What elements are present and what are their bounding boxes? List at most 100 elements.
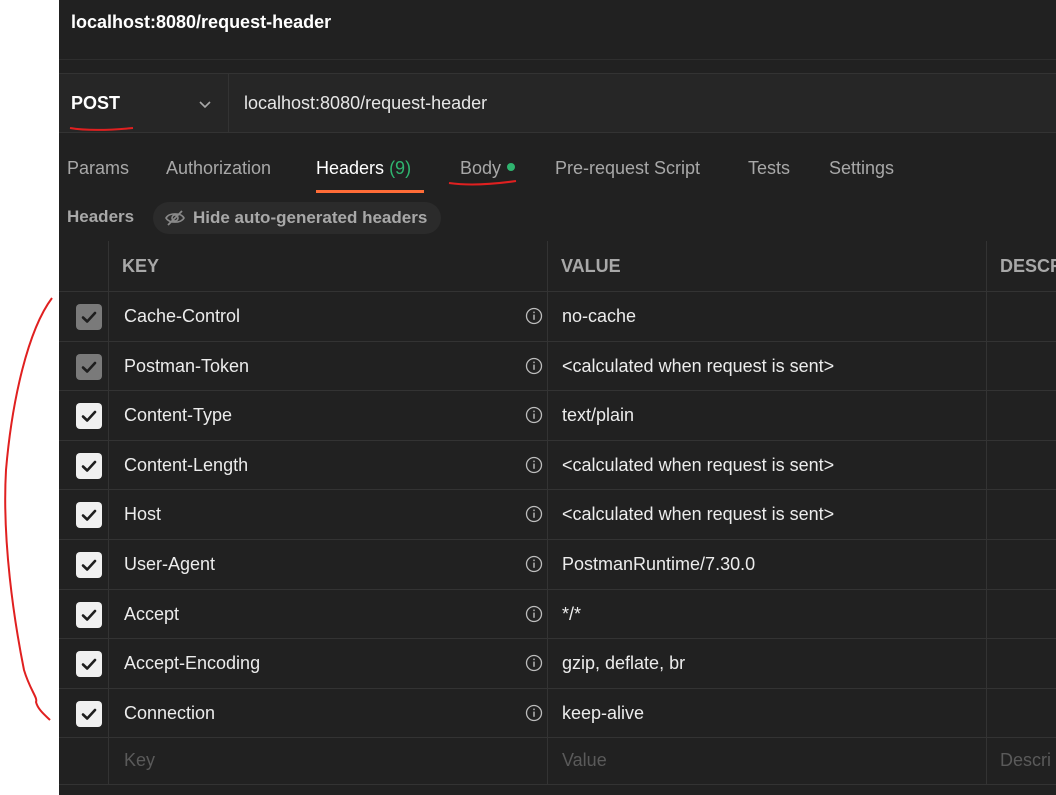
headers-section-title: Headers xyxy=(67,207,135,226)
row-key-cell[interactable]: Host xyxy=(109,490,548,539)
info-icon[interactable] xyxy=(525,605,543,623)
table-row: Accept */* xyxy=(59,589,1056,640)
row-checkbox[interactable] xyxy=(76,452,102,479)
checkmark-icon xyxy=(81,658,97,670)
row-description-cell[interactable] xyxy=(987,639,1056,688)
checkmark-icon xyxy=(81,361,97,373)
row-key-cell[interactable]: Accept xyxy=(109,589,548,639)
rows-bracket-annotation xyxy=(4,297,53,721)
new-key-input[interactable]: Key xyxy=(109,738,548,785)
row-check-cell xyxy=(59,589,109,639)
row-description-cell[interactable] xyxy=(987,441,1056,490)
row-description-cell[interactable] xyxy=(987,342,1056,391)
column-key-label: KEY xyxy=(122,256,160,276)
row-value-cell[interactable]: text/plain xyxy=(548,391,987,440)
info-icon[interactable] xyxy=(525,505,543,523)
row-key: User-Agent xyxy=(124,554,216,574)
row-description-cell[interactable] xyxy=(987,490,1056,539)
column-value-label: VALUE xyxy=(561,256,621,276)
info-icon[interactable] xyxy=(525,555,543,573)
info-icon[interactable] xyxy=(525,307,543,325)
row-value-cell[interactable]: keep-alive xyxy=(548,688,987,738)
row-description-cell[interactable] xyxy=(987,590,1056,639)
url-input[interactable]: localhost:8080/request-header xyxy=(244,93,487,114)
checkmark-icon xyxy=(81,510,97,522)
row-key-cell[interactable]: Connection xyxy=(109,688,548,738)
row-checkbox[interactable] xyxy=(76,700,102,727)
tab-headers[interactable]: Headers (9) xyxy=(316,158,411,179)
row-key-cell[interactable]: Content-Type xyxy=(109,391,548,440)
row-key: Accept xyxy=(124,603,180,624)
row-value-cell[interactable]: <calculated when request is sent> xyxy=(548,440,987,490)
row-checkbox[interactable] xyxy=(76,353,102,380)
tab-pre-request-script[interactable]: Pre-request Script xyxy=(555,158,700,179)
table-row: Content-Type text/plain xyxy=(59,391,1056,441)
row-checkbox[interactable] xyxy=(76,304,102,330)
checkmark-icon xyxy=(81,559,97,571)
method-dropdown[interactable]: POST xyxy=(59,74,229,132)
tab-params[interactable]: Params xyxy=(67,158,129,179)
row-description-cell[interactable] xyxy=(987,292,1056,341)
eye-off-icon xyxy=(165,210,185,226)
checkmark-icon xyxy=(81,609,97,621)
info-icon[interactable] xyxy=(525,357,543,375)
hide-auto-generated-headers-button[interactable]: Hide auto-generated headers xyxy=(153,202,442,234)
checkmark-icon xyxy=(81,311,97,323)
tab-settings[interactable]: Settings xyxy=(829,158,894,179)
table-row: User-Agent PostmanRuntime/7.30.0 xyxy=(59,540,1056,590)
row-description-cell[interactable] xyxy=(987,540,1056,589)
new-header-row: Key Value Descri xyxy=(59,738,1056,786)
checkmark-icon xyxy=(81,708,97,720)
row-value-cell[interactable]: */* xyxy=(548,589,987,639)
body-indicator-dot xyxy=(507,163,516,172)
row-description-cell[interactable] xyxy=(987,391,1056,440)
row-value: <calculated when request is sent> xyxy=(562,504,835,525)
row-checkbox[interactable] xyxy=(76,552,102,578)
row-key-cell[interactable]: Postman-Token xyxy=(109,341,548,391)
row-check-cell xyxy=(59,391,109,440)
table-row: Content-Length <calculated when request i… xyxy=(59,440,1056,491)
row-key: Host xyxy=(124,504,162,525)
tab-tests[interactable]: Tests xyxy=(748,158,790,179)
checkmark-icon xyxy=(81,460,97,472)
row-key-cell[interactable]: Content-Length xyxy=(109,440,548,490)
active-tab-indicator xyxy=(316,190,424,193)
row-value-cell[interactable]: PostmanRuntime/7.30.0 xyxy=(548,540,987,589)
column-header-value: VALUE xyxy=(548,241,987,291)
table-row: Accept-Encoding gzip, deflate, br xyxy=(59,639,1056,689)
row-key: Content-Type xyxy=(124,405,233,426)
row-value-cell[interactable]: <calculated when request is sent> xyxy=(548,341,987,391)
postman-app: localhost:8080/request-header POST local… xyxy=(59,0,1056,795)
row-value-cell[interactable]: gzip, deflate, br xyxy=(548,639,987,688)
new-value-input[interactable]: Value xyxy=(548,738,987,785)
row-value: */* xyxy=(562,603,582,624)
tab-body[interactable]: Body xyxy=(460,158,516,179)
row-checkbox[interactable] xyxy=(76,601,102,628)
info-icon[interactable] xyxy=(525,704,543,722)
value-placeholder: Value xyxy=(562,750,607,771)
row-checkbox[interactable] xyxy=(76,651,102,678)
row-check-cell xyxy=(59,292,109,341)
row-description-cell[interactable] xyxy=(987,689,1056,738)
info-icon[interactable] xyxy=(525,406,543,424)
row-value-cell[interactable]: no-cache xyxy=(548,292,987,341)
request-tabs: Params Authorization Headers (9) Body Pr… xyxy=(59,150,1056,194)
row-checkbox[interactable] xyxy=(76,403,102,430)
row-checkbox[interactable] xyxy=(76,502,102,529)
row-key-cell[interactable]: User-Agent xyxy=(109,540,548,589)
row-value-cell[interactable]: <calculated when request is sent> xyxy=(548,490,987,539)
new-description-input[interactable]: Descri xyxy=(987,738,1056,784)
request-title-bar: localhost:8080/request-header xyxy=(59,0,1056,60)
row-key-cell[interactable]: Cache-Control xyxy=(109,292,548,341)
header-check-cell xyxy=(59,241,109,291)
info-icon[interactable] xyxy=(525,654,543,672)
tab-authorization[interactable]: Authorization xyxy=(166,158,271,179)
row-check-cell xyxy=(59,440,109,490)
row-check-cell xyxy=(59,639,109,688)
row-value: PostmanRuntime/7.30.0 xyxy=(562,554,756,574)
description-placeholder: Descri xyxy=(1000,750,1052,771)
info-icon[interactable] xyxy=(525,456,543,474)
table-header-row: KEY VALUE DESCR xyxy=(59,241,1056,292)
row-key-cell[interactable]: Accept-Encoding xyxy=(109,639,548,688)
column-header-description: DESCR xyxy=(987,241,1056,291)
